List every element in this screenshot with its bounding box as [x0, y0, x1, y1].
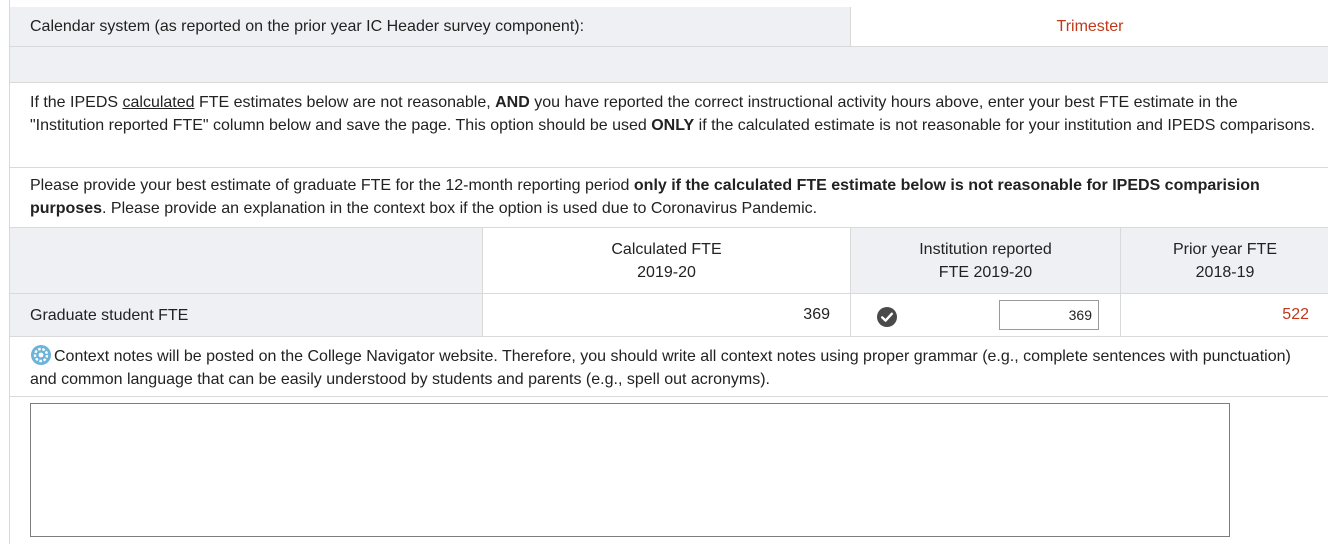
context-notes-textarea[interactable]: [30, 403, 1230, 537]
check-circle-icon: [877, 307, 897, 327]
calendar-system-label-cell: Calendar system (as reported on the prio…: [10, 7, 850, 46]
context-gear-icon: [31, 345, 51, 365]
calendar-system-row: Calendar system (as reported on the prio…: [10, 7, 1328, 47]
instruction-paragraph-2: Please provide your best estimate of gra…: [30, 177, 1260, 217]
instruction-paragraph-1: If the IPEDS calculated FTE estimates be…: [30, 94, 1315, 134]
header-institution-reported-fte: Institution reported FTE 2019-20: [850, 228, 1120, 293]
institution-reported-fte-input[interactable]: [999, 300, 1099, 330]
instruction-row-2: Please provide your best estimate of gra…: [10, 168, 1328, 228]
header-prior-year-fte: Prior year FTE 2018-19: [1120, 228, 1328, 293]
spacer-row: [10, 47, 1328, 83]
institution-reported-cell: [850, 294, 1120, 336]
context-note-row: Context notes will be posted on the Coll…: [10, 337, 1328, 397]
header-calculated-fte: Calculated FTE 2019-20: [482, 228, 850, 293]
calendar-system-label: Calendar system (as reported on the prio…: [30, 18, 585, 35]
calendar-system-value: Trimester: [1056, 17, 1124, 35]
prior-year-fte-value: 522: [1282, 306, 1309, 323]
graduate-fte-label: Graduate student FTE: [30, 306, 189, 324]
fte-table-header-row: Calculated FTE 2019-20 Institution repor…: [10, 228, 1328, 294]
fte-form: Calendar system (as reported on the prio…: [9, 0, 1328, 544]
calculated-fte-value-cell: 369: [482, 294, 850, 336]
instruction-row-1: If the IPEDS calculated FTE estimates be…: [10, 83, 1328, 168]
graduate-fte-label-cell: Graduate student FTE: [10, 294, 482, 336]
calculated-underline: calculated: [122, 94, 195, 111]
header-empty-cell: [10, 228, 482, 293]
prior-year-fte-cell: 522: [1120, 294, 1328, 336]
graduate-fte-row: Graduate student FTE 369 522: [10, 294, 1328, 337]
context-note: Context notes will be posted on the Coll…: [10, 344, 1328, 391]
calendar-system-value-cell: Trimester: [850, 7, 1328, 46]
calculated-fte-value: 369: [803, 306, 830, 323]
